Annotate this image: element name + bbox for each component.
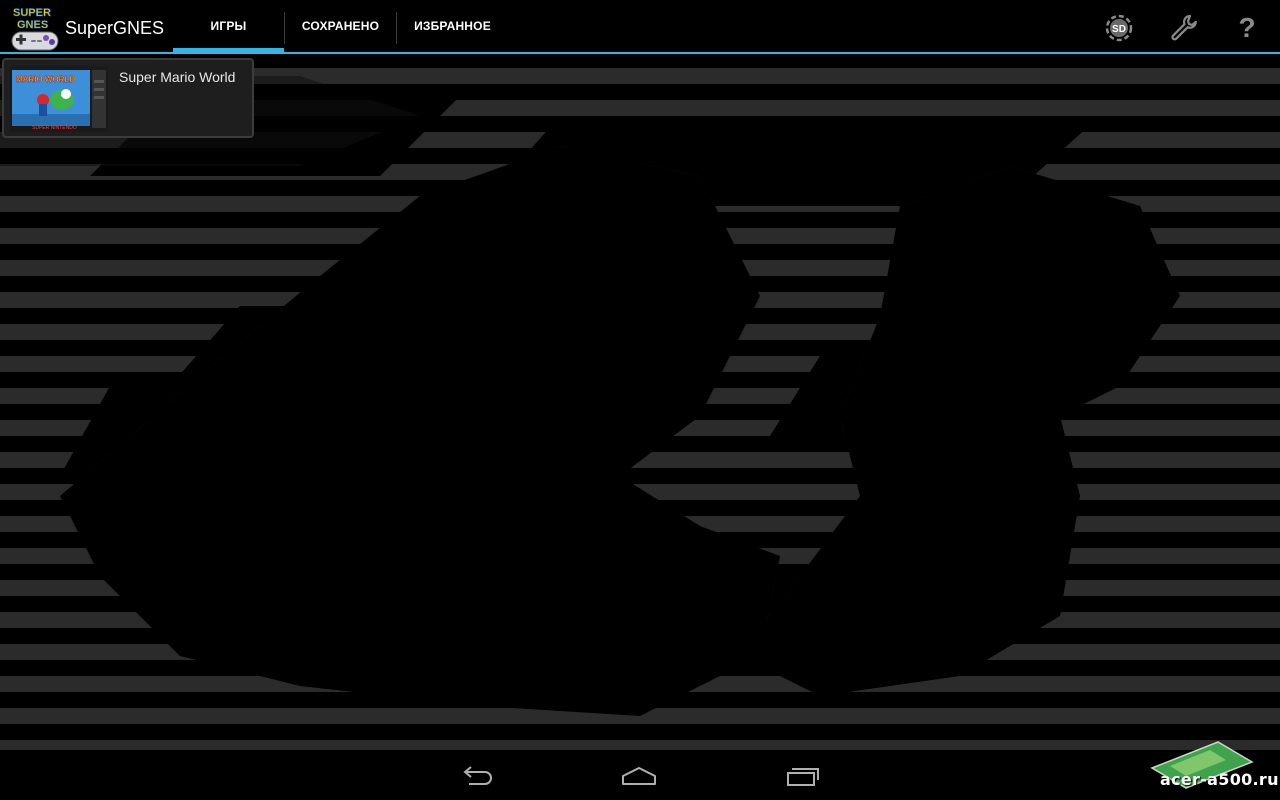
home-icon xyxy=(622,767,656,785)
background-stripe-pattern xyxy=(0,56,1280,750)
system-navigation-bar xyxy=(0,750,1280,800)
app-logo-icon[interactable]: SUPER GNES xyxy=(10,4,60,52)
game-list-item[interactable]: MARIO WORLD SUPER NINTENDO Super Mario W… xyxy=(2,58,254,138)
cover-title: MARIO WORLD xyxy=(16,75,75,84)
logo-text-gnes: GNES xyxy=(17,19,48,31)
games-list-area: MARIO WORLD SUPER NINTENDO Super Mario W… xyxy=(0,56,1280,750)
back-button[interactable] xyxy=(449,758,505,794)
game-cover-art: MARIO WORLD SUPER NINTENDO xyxy=(10,66,108,132)
action-bar: SUPER GNES SuperGNES ИГРЫ СОХРАНЕНО ИЗБР… xyxy=(0,0,1280,54)
help-button[interactable]: ? xyxy=(1229,10,1265,46)
sd-label: SD xyxy=(1112,24,1126,35)
recent-apps-icon xyxy=(787,768,819,786)
app-title: SuperGNES xyxy=(65,18,165,38)
tab-saved[interactable]: СОХРАНЕНО xyxy=(285,0,396,52)
tab-favorites[interactable]: ИЗБРАННОЕ xyxy=(397,0,508,52)
settings-button[interactable] xyxy=(1166,10,1202,46)
sd-card-button[interactable]: SD xyxy=(1101,10,1137,46)
tab-games[interactable]: ИГРЫ xyxy=(173,0,284,52)
game-title: Super Mario World xyxy=(119,69,236,85)
sd-card-icon: SD xyxy=(1105,14,1133,42)
back-icon xyxy=(463,766,492,785)
app-screen: SUPER GNES SuperGNES ИГРЫ СОХРАНЕНО ИЗБР… xyxy=(0,0,1280,800)
watermark-text: acer-a500.ru xyxy=(1160,770,1279,789)
logo-text-super: SUPER xyxy=(13,7,51,19)
help-icon: ? xyxy=(1238,12,1256,43)
wrench-icon xyxy=(1171,14,1197,41)
home-button[interactable] xyxy=(611,758,667,794)
cover-subtitle: SUPER NINTENDO xyxy=(32,125,77,131)
recent-apps-button[interactable] xyxy=(774,758,830,794)
